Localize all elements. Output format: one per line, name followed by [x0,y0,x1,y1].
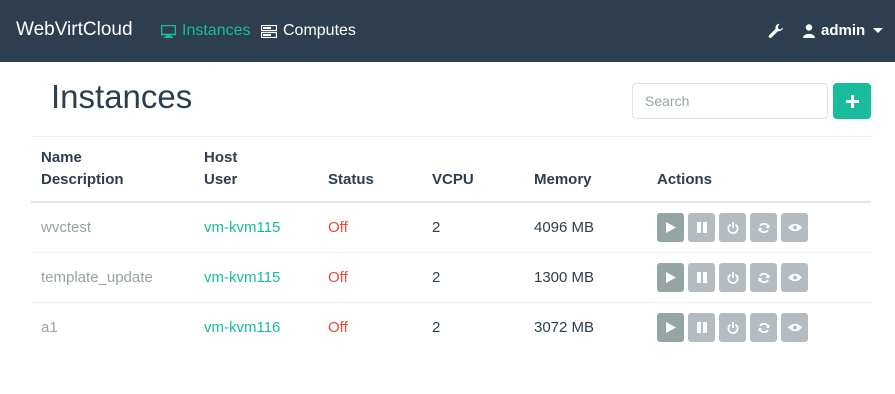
instance-status: Off [328,269,348,286]
instance-memory: 1300 MB [534,269,595,286]
nav-instances-label: Instances [182,22,251,39]
header-description: Description [41,171,124,188]
table-top-border [31,136,871,137]
restart-button[interactable] [750,313,777,342]
suspend-button[interactable] [688,313,715,342]
instance-memory: 3072 MB [534,319,595,336]
header-name-description: Name Description [41,147,124,191]
play-icon [665,272,676,283]
wrench-icon[interactable] [768,23,784,39]
user-menu[interactable]: admin [803,22,884,39]
row-actions [657,213,808,242]
table-header-border [31,201,871,203]
instance-host-link[interactable]: vm-kvm115 [204,268,280,288]
eye-icon [787,223,802,232]
monitor-icon [161,24,176,38]
header-actions: Actions [657,171,713,188]
play-icon [665,322,676,333]
pause-icon [696,322,707,333]
brand-logo[interactable]: WebVirtCloud [16,19,133,41]
eye-icon [787,323,802,332]
user-name: admin [821,22,866,39]
instance-vcpu: 2 [432,319,441,336]
top-navbar: WebVirtCloud Instances Computes admin [0,0,895,62]
caret-down-icon [873,28,884,33]
page-title: Instances [51,78,193,115]
power-icon [727,271,738,284]
header-host-user: Host User [204,147,237,191]
instance-host-link[interactable]: vm-kvm116 [204,318,280,338]
eye-icon [787,273,802,282]
nav-computes[interactable]: Computes [261,22,356,40]
header-memory: Memory [534,171,592,188]
start-button[interactable] [657,213,684,242]
row-divider [31,252,871,253]
nav-instances[interactable]: Instances [161,22,250,40]
power-off-button[interactable] [719,213,746,242]
header-user: User [204,171,238,188]
instance-name[interactable]: wvctest [41,218,91,238]
add-instance-button[interactable] [833,83,871,119]
server-icon [261,24,277,38]
nav-computes-label: Computes [283,22,356,39]
refresh-icon [758,222,769,233]
header-name: Name [41,149,82,166]
search-input[interactable] [632,83,828,119]
pause-icon [696,272,707,283]
restart-button[interactable] [750,213,777,242]
start-button[interactable] [657,313,684,342]
instance-status: Off [328,219,348,236]
instance-host-link[interactable]: vm-kvm115 [204,218,280,238]
console-button[interactable] [781,213,808,242]
power-icon [727,321,738,334]
restart-button[interactable] [750,263,777,292]
start-button[interactable] [657,263,684,292]
row-actions [657,263,808,292]
refresh-icon [758,272,769,283]
instance-vcpu: 2 [432,219,441,236]
header-host: Host [204,149,238,166]
console-button[interactable] [781,263,808,292]
refresh-icon [758,322,769,333]
instance-name[interactable]: template_update [41,268,153,288]
pause-icon [696,222,707,233]
user-icon [803,23,815,38]
row-actions [657,313,808,342]
header-vcpu: VCPU [432,171,474,188]
instance-memory: 4096 MB [534,219,595,236]
suspend-button[interactable] [688,263,715,292]
play-icon [665,222,676,233]
power-off-button[interactable] [719,263,746,292]
header-status: Status [328,171,374,188]
row-divider [31,302,871,303]
suspend-button[interactable] [688,213,715,242]
plus-icon [845,94,859,108]
instance-name[interactable]: a1 [41,318,58,338]
console-button[interactable] [781,313,808,342]
power-icon [727,221,738,234]
instance-vcpu: 2 [432,269,441,286]
instance-status: Off [328,319,348,336]
power-off-button[interactable] [719,313,746,342]
